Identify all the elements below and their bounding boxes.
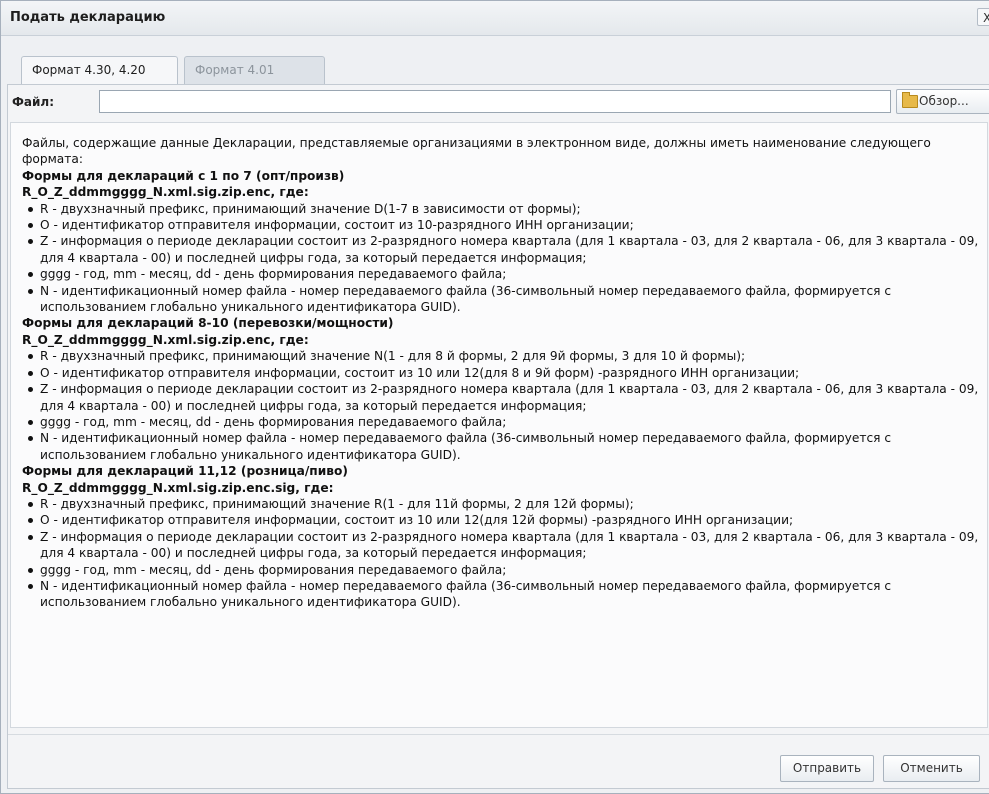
list-item: R - двухзначный префикс, принимающий зна… <box>28 348 979 364</box>
list-item: N - идентификационный номер файла - номе… <box>28 430 979 463</box>
dialog-title: Подать декларацию <box>10 10 166 25</box>
list-item: O - идентификатор отправителя информации… <box>28 217 979 233</box>
list-item: R - двухзначный префикс, принимающий зна… <box>28 201 979 217</box>
list-item: gggg - год, mm - месяц, dd - день формир… <box>28 266 979 282</box>
browse-button[interactable]: Обзор... <box>896 89 989 114</box>
file-name-pattern: R_O_Z_ddmmgggg_N.xml.sig.zip.enc.sig, гд… <box>22 480 334 495</box>
field-list: R - двухзначный префикс, принимающий зна… <box>22 348 979 463</box>
list-item: gggg - год, mm - месяц, dd - день формир… <box>28 562 979 578</box>
folder-icon <box>902 92 918 108</box>
format-tabs: Формат 4.30, 4.20 Формат 4.01 <box>21 56 989 84</box>
send-button[interactable]: Отправить <box>780 755 874 782</box>
list-item: Z - информация о периоде декларации сост… <box>28 234 979 265</box>
browse-button-label: Обзор... <box>919 94 969 108</box>
list-item: gggg - год, mm - месяц, dd - день формир… <box>28 414 979 430</box>
field-list: R - двухзначный префикс, принимающий зна… <box>22 201 979 316</box>
file-name-pattern: R_O_Z_ddmmgggg_N.xml.sig.zip.enc, где: <box>22 332 309 347</box>
file-path-input[interactable] <box>99 90 891 113</box>
field-list: R - двухзначный префикс, принимающий зна… <box>22 496 979 611</box>
list-item: N - идентификационный номер файла - номе… <box>28 578 979 611</box>
dialog-titlebar[interactable]: Подать декларацию X <box>1 1 989 36</box>
section-title: Формы для деклараций 11,12 (розница/пиво… <box>22 464 348 479</box>
format-description: Файлы, содержащие данные Декларации, пре… <box>10 122 988 728</box>
tab-panel: Файл: Обзор... Файлы, содержащие данные … <box>7 84 989 789</box>
intro-text: Файлы, содержащие данные Декларации, пре… <box>22 136 931 167</box>
list-item: Z - информация о периоде декларации сост… <box>28 382 979 413</box>
file-label: Файл: <box>12 95 54 109</box>
section-title: Формы для деклараций с 1 по 7 (опт/произ… <box>22 168 345 183</box>
list-item: N - идентификационный номер файла - номе… <box>28 283 979 316</box>
declaration-dialog: Подать декларацию X Формат 4.30, 4.20 Фо… <box>0 0 989 794</box>
cancel-button[interactable]: Отменить <box>883 755 980 782</box>
tab-format-430-420[interactable]: Формат 4.30, 4.20 <box>21 56 178 84</box>
list-item: Z - информация о периоде декларации сост… <box>28 529 979 561</box>
close-button[interactable]: X <box>977 8 989 26</box>
tab-format-401[interactable]: Формат 4.01 <box>184 56 325 84</box>
list-item: O - идентификатор отправителя информации… <box>28 512 979 528</box>
footer-divider <box>8 734 989 735</box>
section-title: Формы для деклараций 8-10 (перевозки/мощ… <box>22 316 394 331</box>
list-item: O - идентификатор отправителя информации… <box>28 365 979 381</box>
list-item: R - двухзначный префикс, принимающий зна… <box>28 496 979 512</box>
file-name-pattern: R_O_Z_ddmmgggg_N.xml.sig.zip.enc, где: <box>22 185 309 200</box>
